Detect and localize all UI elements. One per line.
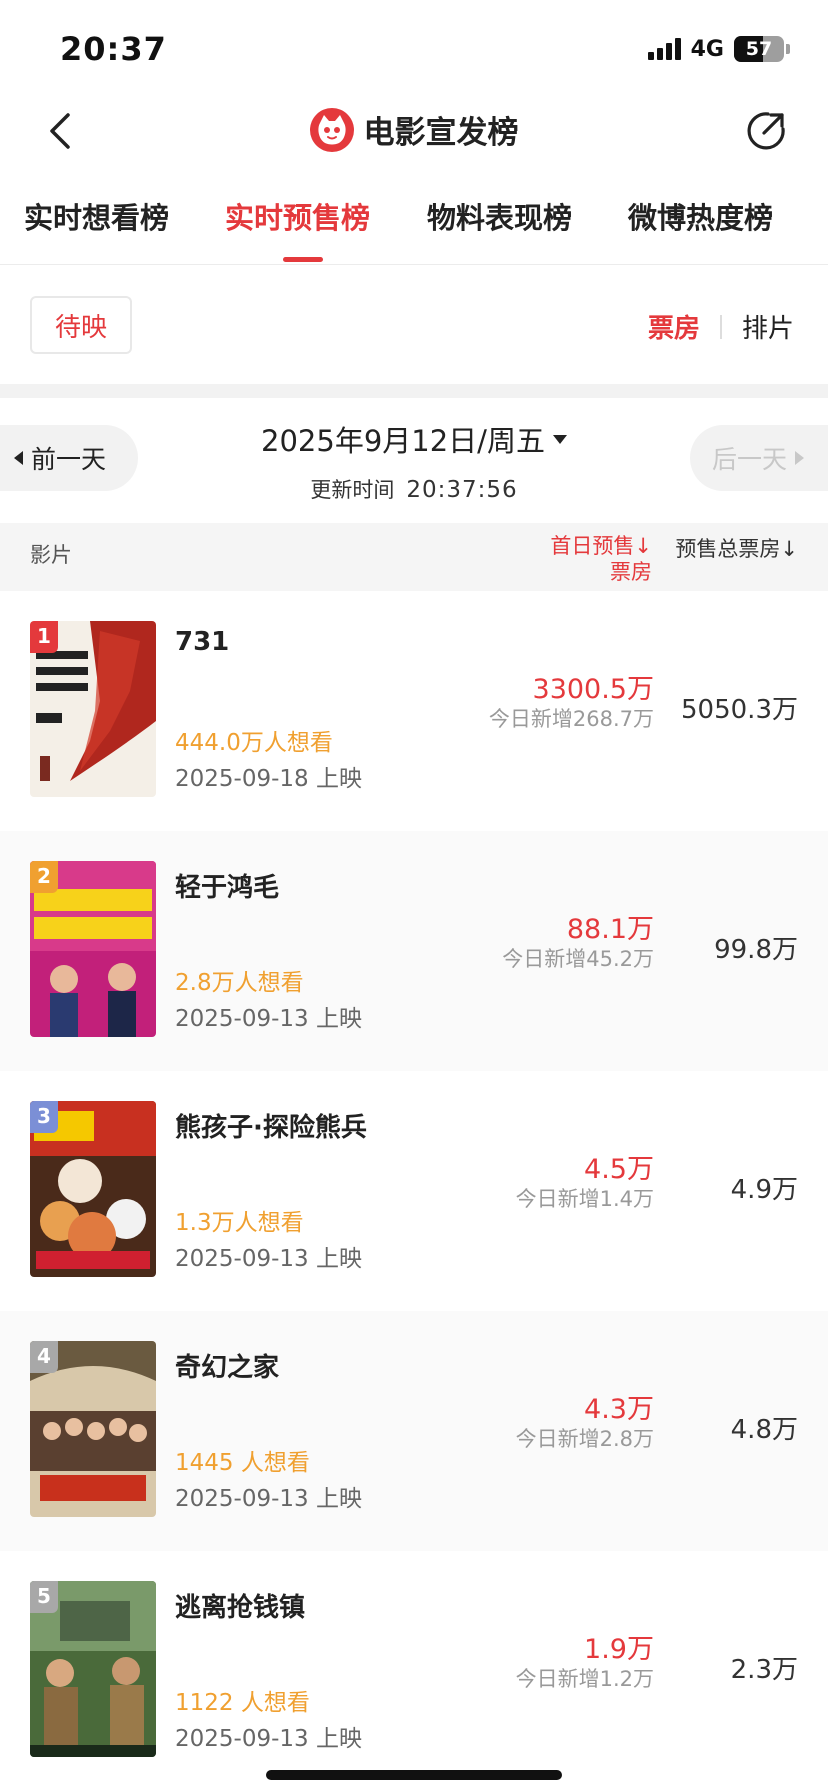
table-row[interactable]: 3 熊孩子·探险熊兵 1.3万人想看 2025-09-13 上映 4.5万 今日… xyxy=(0,1071,828,1311)
toggle-screenings[interactable]: 排片 xyxy=(742,308,794,345)
next-day-label: 后一天 xyxy=(712,445,788,474)
movie-poster: 5 xyxy=(30,1581,156,1757)
movie-title: 奇幻之家 xyxy=(175,1353,280,1383)
want-count: 444.0万人想看 xyxy=(175,730,333,756)
tab-weibo[interactable]: 微博热度榜 xyxy=(628,195,773,237)
rank-badge: 2 xyxy=(30,861,58,893)
movie-poster: 3 xyxy=(30,1101,156,1277)
first-day-presale: 3300.5万 xyxy=(532,674,654,705)
first-day-presale: 4.5万 xyxy=(584,1154,654,1185)
caret-down-icon xyxy=(552,434,567,444)
metric-toggle: 票房 排片 xyxy=(648,308,794,345)
toggle-box-office[interactable]: 票房 xyxy=(648,308,700,345)
share-button[interactable] xyxy=(744,109,788,153)
movie-poster: 1 xyxy=(30,621,156,797)
total-presale: 4.9万 xyxy=(730,1175,798,1205)
today-added: 今日新增2.8万 xyxy=(515,1427,654,1451)
caret-right-icon xyxy=(795,451,805,465)
nav-title-group: 电影宣发榜 xyxy=(0,107,828,152)
movie-poster: 2 xyxy=(30,861,156,1037)
rank-badge: 5 xyxy=(30,1581,58,1613)
column-film: 影片 xyxy=(30,543,72,567)
release-date: 2025-09-13 上映 xyxy=(175,1486,362,1512)
first-day-presale: 4.3万 xyxy=(584,1394,654,1425)
first-day-presale: 88.1万 xyxy=(566,914,654,945)
today-added: 今日新增1.2万 xyxy=(515,1667,654,1691)
release-date: 2025-09-13 上映 xyxy=(175,1726,362,1752)
tab-presale[interactable]: 实时预售榜 xyxy=(225,195,370,237)
release-date: 2025-09-13 上映 xyxy=(175,1246,362,1272)
page-title: 电影宣发榜 xyxy=(363,115,519,151)
movie-poster: 4 xyxy=(30,1341,156,1517)
release-date: 2025-09-18 上映 xyxy=(175,766,362,792)
status-bar: 20:37 4G 57 xyxy=(0,0,828,90)
movie-title: 731 xyxy=(175,627,230,657)
filter-row: 待映 票房 排片 xyxy=(0,266,828,384)
home-indicator xyxy=(266,1770,562,1780)
tab-want-to-see[interactable]: 实时想看榜 xyxy=(24,195,169,237)
table-row[interactable]: 5 逃离抢钱镇 1122 人想看 2025-09-13 上映 1.9万 今日新增… xyxy=(0,1551,828,1791)
column-total-presale[interactable]: 预售总票房↓ xyxy=(675,533,798,563)
today-added: 今日新增268.7万 xyxy=(488,707,654,731)
total-presale: 5050.3万 xyxy=(681,695,798,725)
date-selector[interactable]: 2025年9月12日/周五 xyxy=(261,418,567,460)
status-time: 20:37 xyxy=(60,30,167,68)
table-row[interactable]: 4 奇幻之家 1445 人想看 2025-09-13 上映 4.3万 今日新增2… xyxy=(0,1311,828,1551)
date-label: 2025年9月12日/周五 xyxy=(261,424,545,458)
ranking-tabs: 实时想看榜 实时预售榜 物料表现榜 微博热度榜 xyxy=(0,195,828,265)
total-presale: 4.8万 xyxy=(730,1415,798,1445)
rank-badge: 1 xyxy=(30,621,58,653)
battery-percent: 57 xyxy=(745,38,773,60)
nav-bar: 电影宣发榜 xyxy=(0,95,828,167)
column-first-day-line1: 首日预售↓ xyxy=(550,534,652,558)
next-day-button[interactable]: 后一天 xyxy=(690,425,828,491)
first-day-presale: 1.9万 xyxy=(584,1634,654,1665)
section-divider xyxy=(0,384,828,398)
movie-title: 逃离抢钱镇 xyxy=(175,1593,306,1623)
column-first-day-line2: 票房 xyxy=(610,560,652,584)
movie-title: 轻于鸿毛 xyxy=(175,873,280,903)
want-count: 1.3万人想看 xyxy=(175,1210,304,1236)
table-row[interactable]: 1 731 444.0万人想看 2025-09-18 上映 3300.5万 今日… xyxy=(0,591,828,831)
movie-title: 熊孩子·探险熊兵 xyxy=(175,1113,367,1143)
want-count: 2.8万人想看 xyxy=(175,970,304,996)
table-header: 影片 首日预售↓ 票房 预售总票房↓ xyxy=(0,523,828,591)
share-icon xyxy=(747,112,785,150)
active-tab-indicator xyxy=(283,257,323,262)
signal-icon xyxy=(647,38,681,60)
toggle-divider xyxy=(719,314,722,339)
rank-badge: 3 xyxy=(30,1101,58,1133)
upcoming-filter-chip[interactable]: 待映 xyxy=(30,296,132,354)
today-added: 今日新增45.2万 xyxy=(502,947,654,971)
update-time: 20:37:56 xyxy=(406,477,518,503)
date-row: 前一天 2025年9月12日/周五 更新时间 20:37:56 后一天 xyxy=(0,398,828,523)
network-label: 4G xyxy=(690,36,724,62)
cat-logo-icon xyxy=(309,107,354,152)
status-indicators: 4G 57 xyxy=(647,36,790,62)
release-date: 2025-09-13 上映 xyxy=(175,1006,362,1032)
update-label: 更新时间 xyxy=(310,478,395,502)
want-count: 1122 人想看 xyxy=(175,1690,310,1716)
battery-cap xyxy=(786,44,790,54)
table-row[interactable]: 2 轻于鸿毛 2.8万人想看 2025-09-13 上映 88.1万 今日新增4… xyxy=(0,831,828,1071)
today-added: 今日新增1.4万 xyxy=(515,1187,654,1211)
total-presale: 2.3万 xyxy=(730,1655,798,1685)
rank-badge: 4 xyxy=(30,1341,58,1373)
total-presale: 99.8万 xyxy=(714,935,798,965)
battery-icon: 57 xyxy=(734,36,784,62)
tab-materials[interactable]: 物料表现榜 xyxy=(427,195,572,237)
column-first-day-presale[interactable]: 首日预售↓ 票房 xyxy=(532,533,652,585)
want-count: 1445 人想看 xyxy=(175,1450,310,1476)
